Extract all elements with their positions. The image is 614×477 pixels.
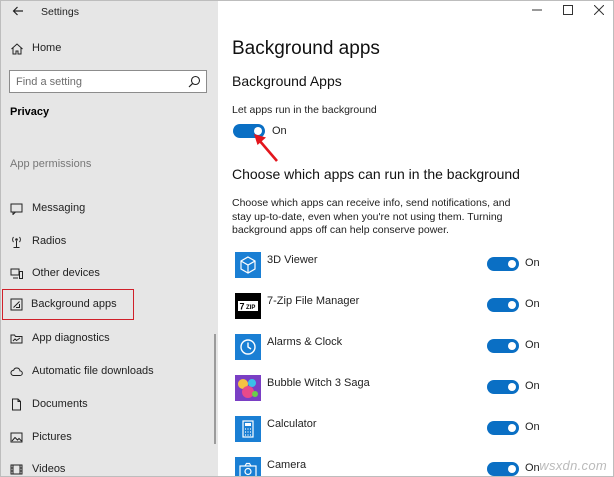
- close-icon: [593, 4, 605, 16]
- sidebar-item-messaging[interactable]: Messaging: [1, 195, 218, 223]
- sidebar-item-label: Messaging: [32, 202, 86, 214]
- app-toggle-state: On: [525, 339, 540, 351]
- sub-title: Background Apps: [232, 73, 342, 89]
- document-icon: [12, 398, 21, 411]
- svg-text:7: 7: [240, 302, 245, 312]
- toggle-knob: [508, 260, 516, 268]
- app-toggle-calculator[interactable]: [487, 421, 519, 435]
- home-label: Home: [32, 42, 62, 54]
- app-name: Alarms & Clock: [267, 336, 343, 348]
- sidebar-item-label: Pictures: [32, 431, 72, 443]
- toggle-knob: [508, 424, 516, 432]
- calculator-icon: [235, 416, 261, 442]
- maximize-icon: [563, 5, 573, 15]
- app-toggle-state: On: [525, 257, 540, 269]
- app-toggle-3d-viewer[interactable]: [487, 257, 519, 271]
- app-toggle-state: On: [525, 380, 540, 392]
- close-button[interactable]: [589, 3, 609, 21]
- sidebar-item-label: Other devices: [32, 267, 100, 279]
- app-name: 7-Zip File Manager: [267, 295, 360, 307]
- cloud-icon: [10, 367, 23, 376]
- cube-icon: [235, 252, 261, 278]
- app-name: Camera: [267, 459, 307, 471]
- sidebar-item-other-devices[interactable]: Other devices: [1, 260, 218, 288]
- maximize-button[interactable]: [558, 3, 578, 21]
- back-arrow-icon: [12, 6, 23, 16]
- radio-icon: [12, 236, 21, 248]
- message-icon: [10, 203, 23, 215]
- watermark: wsxdn.com: [539, 458, 607, 473]
- toggle-knob: [508, 383, 516, 391]
- sidebar-item-label: Videos: [32, 463, 66, 475]
- sidebar-item-radios[interactable]: Radios: [1, 228, 218, 256]
- window-title: Settings: [41, 6, 79, 18]
- sidebar-scrollbar[interactable]: [214, 334, 216, 444]
- app-row-3d-viewer: 3D Viewer On: [232, 252, 562, 284]
- app-toggle-state: On: [525, 298, 540, 310]
- sidebar-item-label: Radios: [32, 235, 67, 247]
- toggle-knob: [508, 301, 516, 309]
- sidebar: Settings Home Privacy App permissions Me…: [1, 1, 218, 476]
- choose-apps-heading: Choose which apps can run in the backgro…: [232, 166, 520, 182]
- search-input[interactable]: [16, 74, 176, 89]
- main-panel: Background apps Background Apps Let apps…: [218, 1, 613, 476]
- app-row-7zip: 7 ZIP 7-Zip File Manager On: [232, 293, 562, 325]
- sidebar-item-label: App diagnostics: [32, 332, 110, 344]
- sidebar-item-home[interactable]: Home: [1, 39, 218, 61]
- sidebar-item-app-diagnostics[interactable]: App diagnostics: [1, 325, 218, 353]
- app-name: 3D Viewer: [267, 254, 318, 266]
- sidebar-item-label: Documents: [32, 398, 88, 410]
- video-icon: [10, 464, 23, 475]
- sidebar-item-documents[interactable]: Documents: [1, 391, 218, 419]
- sidebar-item-background-apps[interactable]: Background apps: [2, 289, 134, 320]
- page-title: Background apps: [232, 38, 380, 59]
- diagnostics-icon: [10, 334, 23, 344]
- app-toggle-7zip[interactable]: [487, 298, 519, 312]
- home-icon: [11, 43, 23, 55]
- app-row-alarms-clock: Alarms & Clock On: [232, 334, 562, 366]
- choose-apps-description: Choose which apps can receive info, send…: [232, 197, 511, 236]
- camera-icon: [235, 457, 261, 476]
- clock-icon: [235, 334, 261, 360]
- app-toggle-state: On: [525, 421, 540, 433]
- sidebar-item-label: Background apps: [31, 298, 117, 310]
- bubble-witch-icon: [235, 375, 261, 401]
- svg-text:ZIP: ZIP: [246, 305, 255, 311]
- master-toggle-description: Let apps run in the background: [232, 104, 377, 116]
- settings-window: Settings Home Privacy App permissions Me…: [0, 0, 614, 477]
- app-row-bubble-witch: Bubble Witch 3 Saga On: [232, 375, 562, 407]
- red-arrow-annotation-icon: [254, 134, 278, 162]
- group-title: App permissions: [10, 158, 92, 170]
- 7zip-icon: 7 ZIP: [235, 293, 261, 319]
- app-toggle-alarms-clock[interactable]: [487, 339, 519, 353]
- sidebar-item-automatic-file-downloads[interactable]: Automatic file downloads: [1, 358, 218, 386]
- app-row-camera: Camera On: [232, 457, 562, 476]
- app-toggle-bubble-witch[interactable]: [487, 380, 519, 394]
- app-name: Calculator: [267, 418, 317, 430]
- picture-icon: [10, 432, 23, 443]
- minimize-button[interactable]: [527, 3, 547, 21]
- sidebar-item-label: Automatic file downloads: [32, 365, 154, 377]
- section-title: Privacy: [10, 106, 50, 118]
- app-name: Bubble Witch 3 Saga: [267, 377, 370, 389]
- title-bar: Settings: [1, 1, 218, 25]
- search-icon[interactable]: [188, 75, 201, 88]
- back-button[interactable]: [9, 4, 27, 20]
- devices-icon: [10, 268, 23, 279]
- sidebar-item-videos[interactable]: Videos: [1, 456, 218, 476]
- minimize-icon: [532, 9, 542, 11]
- app-row-calculator: Calculator On: [232, 416, 562, 448]
- search-box[interactable]: [9, 70, 207, 93]
- app-toggle-camera[interactable]: [487, 462, 519, 476]
- background-apps-icon: [10, 298, 23, 311]
- toggle-knob: [508, 465, 516, 473]
- app-toggle-state: On: [525, 462, 540, 474]
- toggle-knob: [508, 342, 516, 350]
- sidebar-item-pictures[interactable]: Pictures: [1, 424, 218, 452]
